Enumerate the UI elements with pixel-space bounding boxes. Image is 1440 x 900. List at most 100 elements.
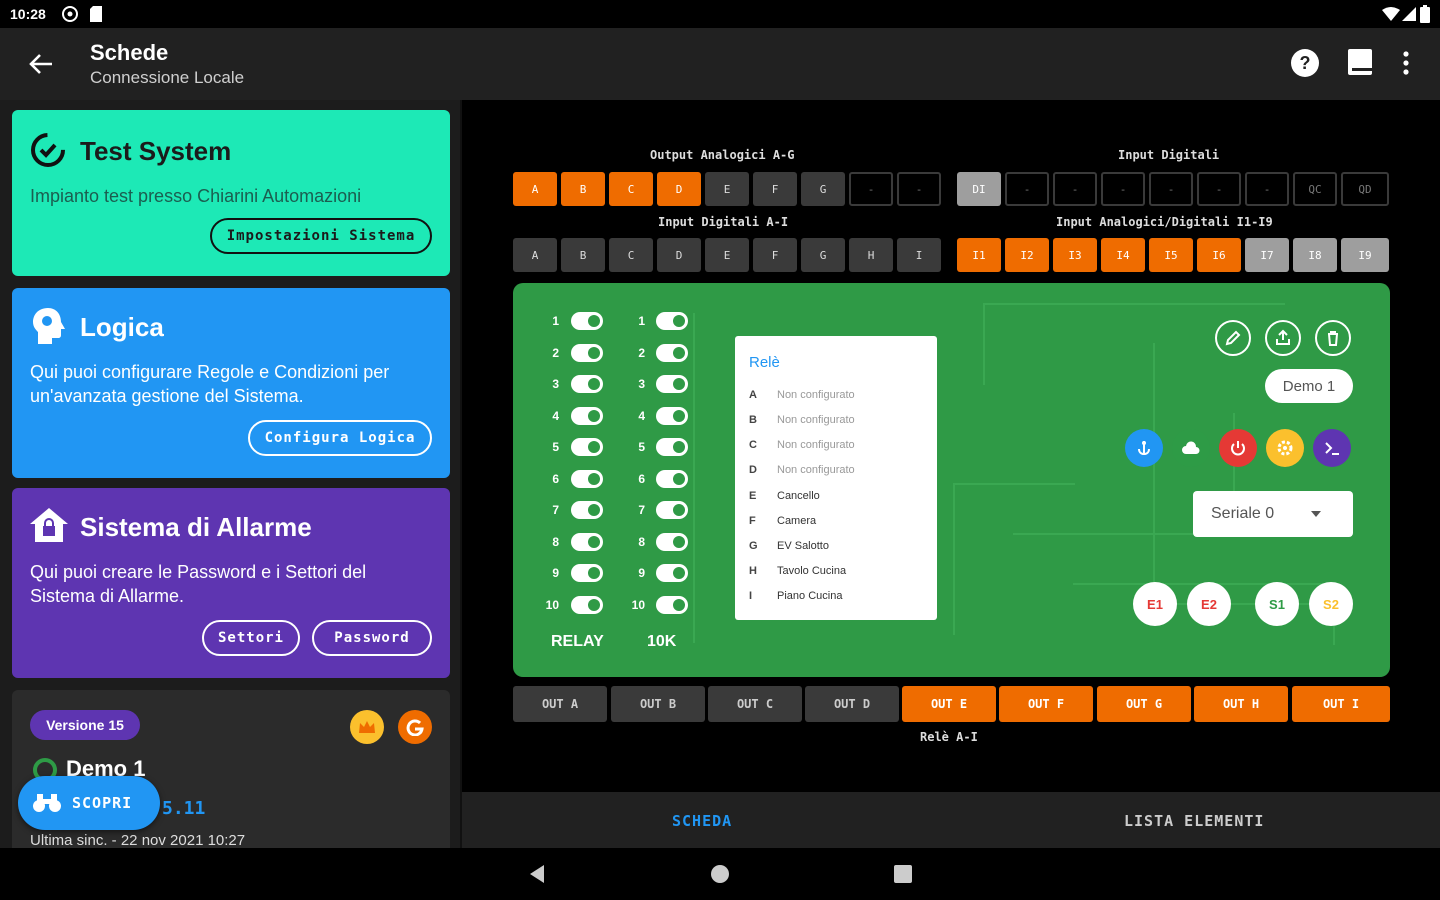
input-digital-c[interactable]: C — [609, 238, 653, 272]
back-arrow-icon[interactable] — [28, 52, 54, 76]
serial-dropdown[interactable]: Seriale 0 — [1193, 491, 1353, 537]
help-icon[interactable]: ? — [1290, 48, 1320, 78]
output-a[interactable]: OUT A — [513, 686, 607, 722]
output-d[interactable]: OUT D — [805, 686, 899, 722]
crown-icon[interactable] — [350, 710, 384, 744]
relay-toggle-9[interactable] — [571, 564, 603, 582]
tab-lista-elementi[interactable]: LISTA ELEMENTI — [1124, 812, 1264, 830]
google-icon[interactable] — [398, 710, 432, 744]
relay-toggle-6[interactable] — [571, 470, 603, 488]
password-button[interactable]: Password — [312, 620, 432, 656]
output-b[interactable]: OUT B — [611, 686, 705, 722]
relay-row[interactable]: D Non configurato — [749, 464, 855, 476]
relay-toggle-4[interactable] — [571, 407, 603, 425]
chip-e1[interactable]: E1 — [1133, 582, 1177, 626]
relay-row[interactable]: C Non configurato — [749, 439, 855, 451]
k-toggle-5[interactable] — [656, 438, 688, 456]
cloud-button[interactable] — [1172, 429, 1210, 467]
output-g[interactable]: OUT G — [1097, 686, 1191, 722]
chip-e2[interactable]: E2 — [1187, 582, 1231, 626]
board-name-chip[interactable]: Demo 1 — [1265, 369, 1353, 403]
nav-recents-icon[interactable] — [893, 864, 913, 884]
chip-s1[interactable]: S1 — [1255, 582, 1299, 626]
input-analog-i8[interactable]: I8 — [1293, 238, 1337, 272]
input-digital-qd[interactable]: QD — [1341, 172, 1389, 206]
relay-toggle-3[interactable] — [571, 375, 603, 393]
input-digital-label: Input Digitali — [1118, 148, 1220, 162]
k-number: 2 — [638, 346, 645, 360]
relay-toggle-10[interactable] — [571, 596, 603, 614]
input-digital-a[interactable]: A — [513, 238, 557, 272]
k-toggle-7[interactable] — [656, 501, 688, 519]
tab-scheda[interactable]: SCHEDA — [672, 812, 732, 830]
delete-button[interactable] — [1315, 320, 1351, 356]
input-analog-i2[interactable]: I2 — [1005, 238, 1049, 272]
input-analog-i1[interactable]: I1 — [957, 238, 1001, 272]
output-e[interactable]: OUT E — [902, 686, 996, 722]
relay-row[interactable]: E Cancello — [749, 490, 820, 502]
k-toggle-4[interactable] — [656, 407, 688, 425]
output-analog-d[interactable]: D — [657, 172, 701, 206]
relay-row[interactable]: H Tavolo Cucina — [749, 565, 846, 577]
input-digital-di[interactable]: DI — [957, 172, 1001, 206]
anchor-icon — [1138, 441, 1150, 456]
input-digital-f[interactable]: F — [753, 238, 797, 272]
output-analog-b[interactable]: B — [561, 172, 605, 206]
input-analog-i7[interactable]: I7 — [1245, 238, 1289, 272]
output-analog-f[interactable]: F — [753, 172, 797, 206]
input-digital-e[interactable]: E — [705, 238, 749, 272]
output-f[interactable]: OUT F — [999, 686, 1093, 722]
input-digital-i[interactable]: I — [897, 238, 941, 272]
output-analog-g[interactable]: G — [801, 172, 845, 206]
share-button[interactable] — [1265, 320, 1301, 356]
relay-toggle-2[interactable] — [571, 344, 603, 362]
nav-home-icon[interactable] — [710, 864, 730, 884]
relay-toggle-1[interactable] — [571, 312, 603, 330]
relay-toggle-7[interactable] — [571, 501, 603, 519]
more-vert-icon[interactable] — [1398, 48, 1428, 78]
relay-toggle-8[interactable] — [571, 533, 603, 551]
relay-toggle-5[interactable] — [571, 438, 603, 456]
relay-row[interactable]: B Non configurato — [749, 414, 855, 426]
sectors-button[interactable]: Settori — [202, 620, 300, 656]
relay-row[interactable]: G EV Salotto — [749, 540, 829, 552]
input-digital-d[interactable]: D — [657, 238, 701, 272]
input-analog-i9[interactable]: I9 — [1341, 238, 1389, 272]
output-analog-c[interactable]: C — [609, 172, 653, 206]
k-toggle-3[interactable] — [656, 375, 688, 393]
input-analog-i5[interactable]: I5 — [1149, 238, 1193, 272]
output-h[interactable]: OUT H — [1194, 686, 1288, 722]
relay-row[interactable]: F Camera — [749, 515, 816, 527]
nav-back-icon[interactable] — [528, 864, 546, 884]
input-analog-i3[interactable]: I3 — [1053, 238, 1097, 272]
output-c[interactable]: OUT C — [708, 686, 802, 722]
power-button[interactable] — [1219, 429, 1257, 467]
output-analog-e[interactable]: E — [705, 172, 749, 206]
k-toggle-1[interactable] — [656, 312, 688, 330]
input-digital-h[interactable]: H — [849, 238, 893, 272]
output-i[interactable]: OUT I — [1292, 686, 1390, 722]
input-analog-i6[interactable]: I6 — [1197, 238, 1241, 272]
output-analog-a[interactable]: A — [513, 172, 557, 206]
input-analog-i4[interactable]: I4 — [1101, 238, 1145, 272]
input-digital-g[interactable]: G — [801, 238, 845, 272]
k-toggle-8[interactable] — [656, 533, 688, 551]
input-digital-b[interactable]: B — [561, 238, 605, 272]
book-icon[interactable] — [1346, 48, 1376, 78]
k-toggle-6[interactable] — [656, 470, 688, 488]
settings-button[interactable] — [1266, 429, 1304, 467]
configure-logic-button[interactable]: Configura Logica — [248, 420, 432, 456]
anchor-button[interactable] — [1125, 429, 1163, 467]
system-settings-button[interactable]: Impostazioni Sistema — [210, 218, 432, 254]
relay-footer-label: Relè A-I — [920, 730, 978, 744]
chip-s2[interactable]: S2 — [1309, 582, 1353, 626]
relay-row[interactable]: I Piano Cucina — [749, 590, 842, 602]
input-digital-qc[interactable]: QC — [1293, 172, 1337, 206]
k-toggle-10[interactable] — [656, 596, 688, 614]
terminal-button[interactable] — [1313, 429, 1351, 467]
relay-row[interactable]: A Non configurato — [749, 389, 855, 401]
k-toggle-9[interactable] — [656, 564, 688, 582]
k-toggle-2[interactable] — [656, 344, 688, 362]
edit-button[interactable] — [1215, 320, 1251, 356]
discover-fab[interactable]: SCOPRI — [18, 776, 160, 830]
